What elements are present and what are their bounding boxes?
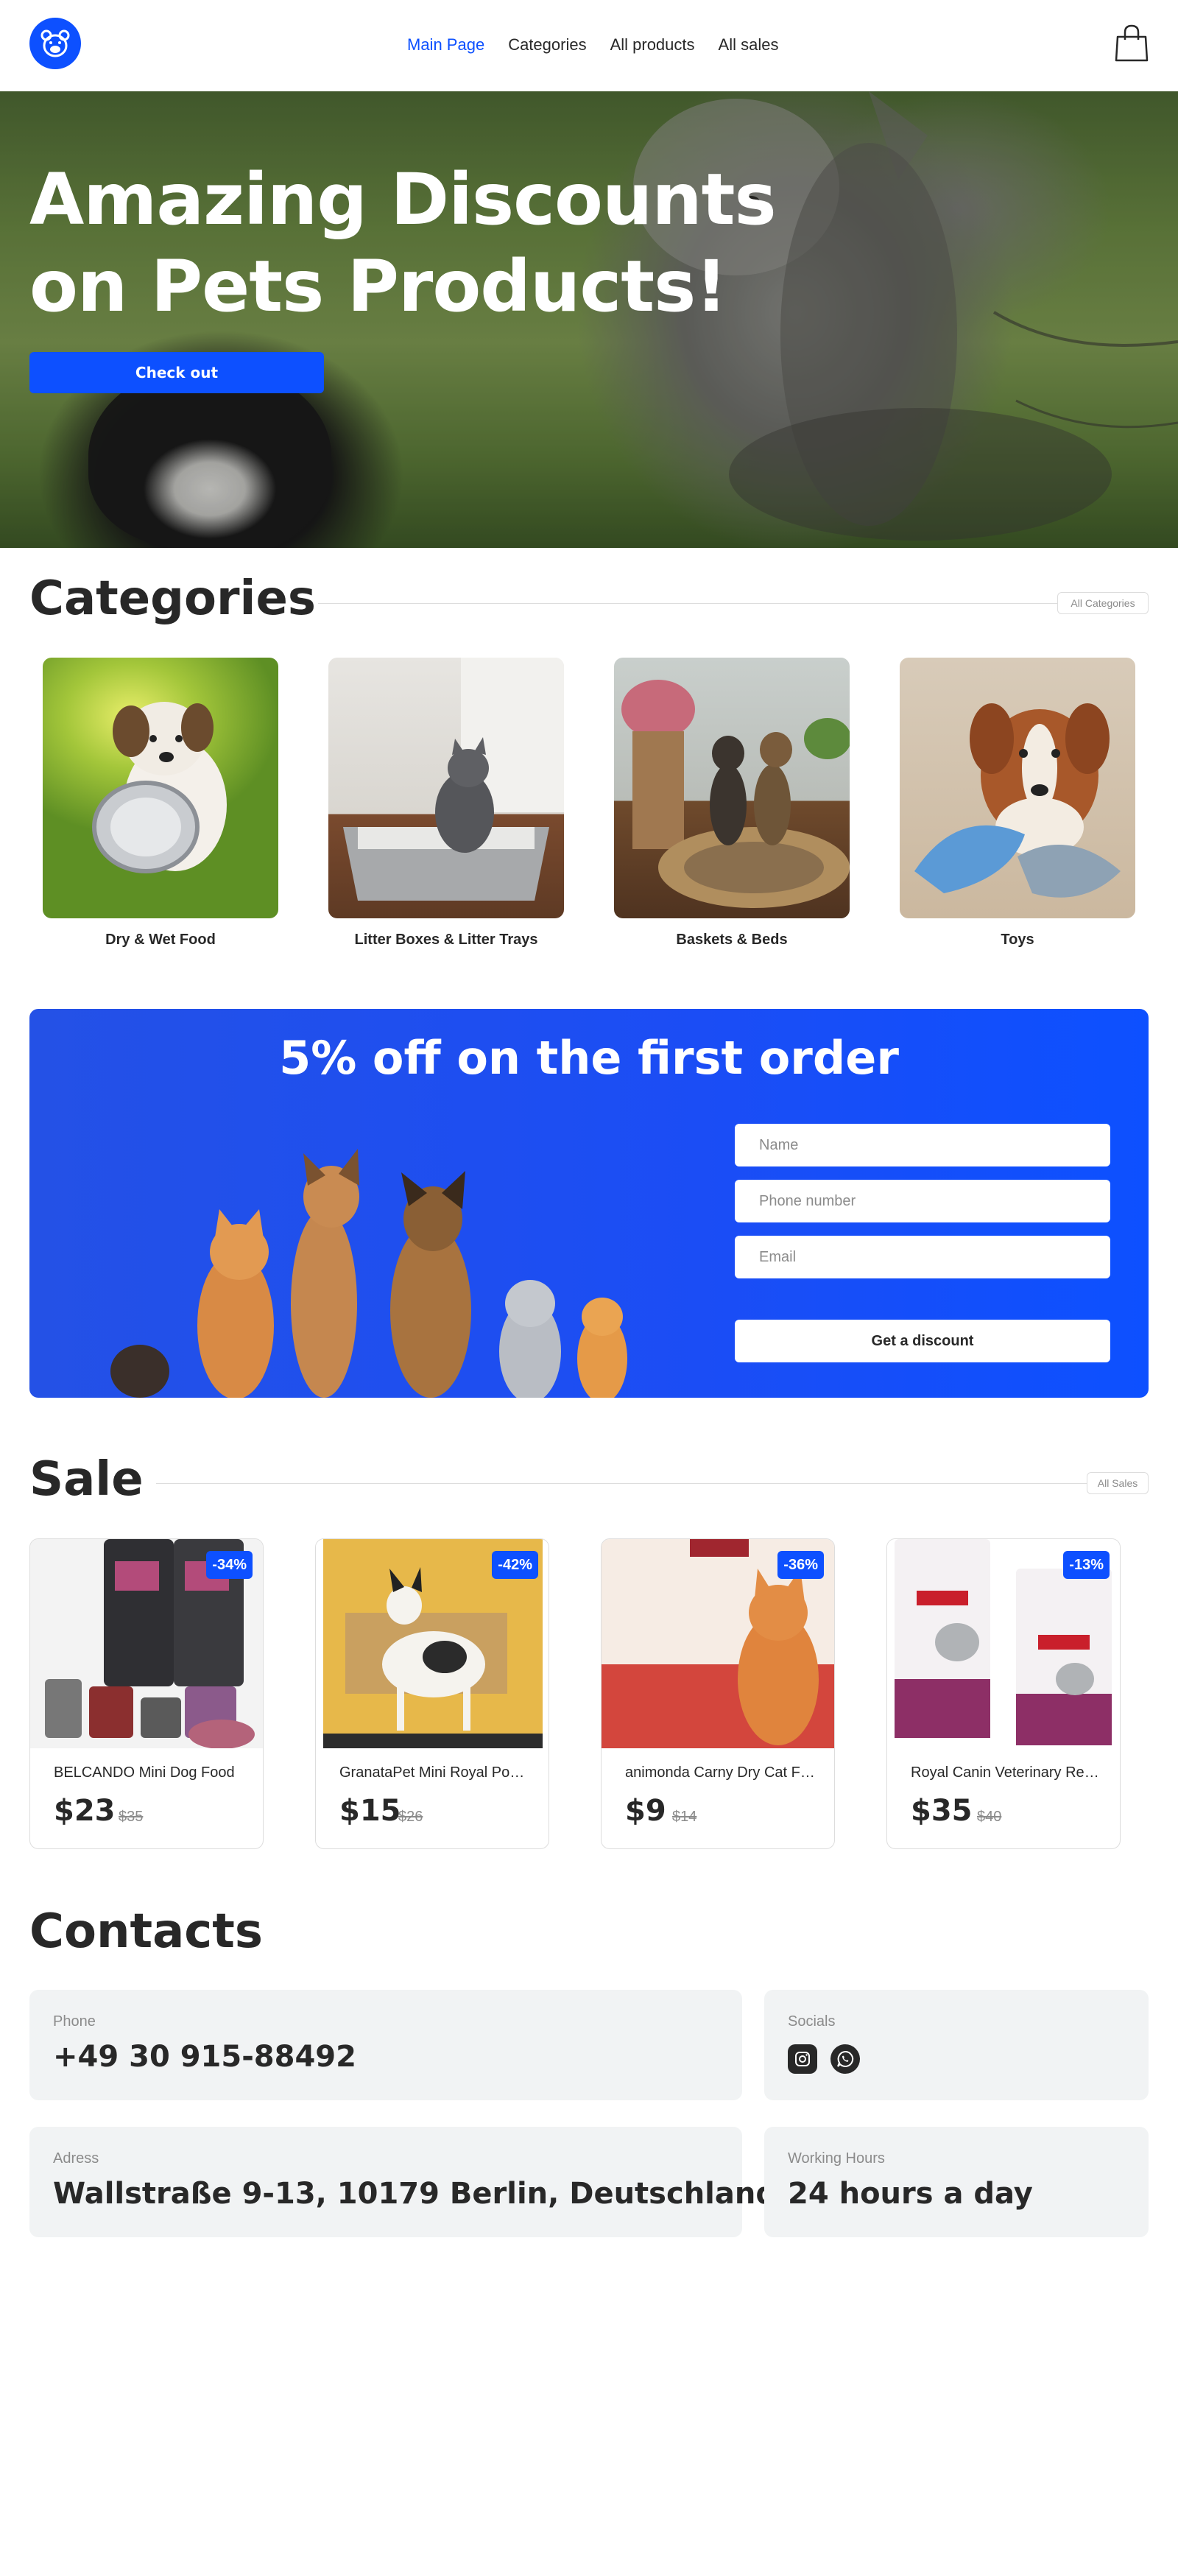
sale-divider [156, 1483, 1087, 1484]
category-card-beds[interactable]: Baskets & Beds [614, 658, 850, 949]
category-image [900, 658, 1135, 918]
product-image: -34% [30, 1539, 263, 1748]
main-nav: Main Page Categories All products All sa… [407, 35, 778, 54]
category-label: Baskets & Beds [676, 932, 788, 948]
product-old-price: $14 [672, 1809, 697, 1825]
hero-banner: Amazing Discounts on Pets Products! Chec… [0, 91, 1178, 548]
category-card-litter[interactable]: Litter Boxes & Litter Trays [328, 658, 564, 949]
product-price: $9 [625, 1794, 666, 1828]
discount-banner: 5% off on the first order Get a discount [29, 1009, 1149, 1398]
product-old-price: $26 [398, 1809, 423, 1825]
nav-categories[interactable]: Categories [508, 35, 586, 54]
working-hours-box: Working Hours 24 hours a day [764, 2127, 1149, 2237]
working-hours-label: Working Hours [788, 2150, 885, 2167]
discount-badge: -42% [492, 1551, 538, 1579]
sale-card[interactable]: -34% BELCANDO Mini Dog Food $23 $35 [29, 1538, 264, 1849]
product-price: $15 [339, 1794, 401, 1828]
sale-card[interactable]: -36% animonda Carny Dry Cat Food $9 $14 [601, 1538, 835, 1849]
pets-group-image [110, 1149, 627, 1398]
hero-title: Amazing Discounts on Pets Products! [29, 158, 777, 328]
category-image [43, 658, 278, 918]
category-label: Litter Boxes & Litter Trays [354, 932, 538, 948]
sale-card[interactable]: -13% Royal Canin Veterinary Renal $35 $4… [886, 1538, 1121, 1849]
category-image [328, 658, 564, 918]
site-header: Main Page Categories All products All sa… [0, 0, 1178, 91]
nav-all-sales[interactable]: All sales [719, 35, 779, 54]
category-card-food[interactable]: Dry & Wet Food [43, 658, 278, 949]
phone-label: Phone [53, 2013, 96, 2030]
puppy-with-bowl-photo [92, 702, 227, 873]
categories-divider [318, 603, 1057, 604]
phone-number[interactable]: +49 30 915-88492 [53, 2040, 356, 2074]
nav-main-page[interactable]: Main Page [407, 35, 484, 54]
product-image: -42% [316, 1539, 549, 1748]
categories-title: Categories [29, 571, 316, 626]
discount-badge: -13% [1063, 1551, 1110, 1579]
address-box: Adress Wallstraße 9-13, 10179 Berlin, De… [29, 2127, 777, 2237]
cat-litter-box-photo [343, 658, 564, 901]
category-image [614, 658, 850, 918]
instagram-icon[interactable] [788, 2044, 817, 2074]
discount-badge: -36% [777, 1551, 824, 1579]
product-old-price: $35 [119, 1809, 144, 1825]
address-text: Wallstraße 9-13, 10179 Berlin, Deutschla… [53, 2177, 777, 2211]
product-price: $23 [54, 1794, 116, 1828]
dog-with-toys-photo [914, 703, 1121, 898]
category-label: Dry & Wet Food [105, 932, 216, 948]
product-price: $35 [911, 1794, 973, 1828]
category-label: Toys [1001, 932, 1034, 948]
all-sales-button[interactable]: All Sales [1087, 1472, 1149, 1494]
category-card-toys[interactable]: Toys [900, 658, 1135, 949]
name-field[interactable] [735, 1124, 1110, 1166]
shopping-bag-icon [1115, 24, 1149, 62]
cart-button[interactable] [1115, 24, 1149, 63]
product-name[interactable]: Royal Canin Veterinary Renal [911, 1764, 1102, 1781]
check-out-button[interactable]: Check out [29, 352, 324, 393]
all-categories-button[interactable]: All Categories [1057, 592, 1149, 614]
email-field[interactable] [735, 1236, 1110, 1278]
address-label: Adress [53, 2150, 99, 2167]
phone-number-field[interactable] [735, 1180, 1110, 1222]
contacts-title: Contacts [29, 1904, 263, 1959]
pet-shop-logo[interactable] [29, 18, 81, 69]
product-image: -13% [887, 1539, 1120, 1748]
discount-badge: -34% [206, 1551, 253, 1579]
product-old-price: $40 [977, 1809, 1002, 1825]
socials-box: Socials [764, 1990, 1149, 2100]
working-hours-text: 24 hours a day [788, 2177, 1033, 2211]
product-name[interactable]: BELCANDO Mini Dog Food [54, 1764, 245, 1781]
product-name[interactable]: GranataPet Mini Royal Poultry [339, 1764, 531, 1781]
whatsapp-icon[interactable] [830, 2044, 860, 2074]
nav-all-products[interactable]: All products [610, 35, 695, 54]
get-discount-button[interactable]: Get a discount [735, 1320, 1110, 1362]
sale-card[interactable]: -42% GranataPet Mini Royal Poultry $15 $… [315, 1538, 549, 1849]
bear-face-icon [40, 29, 70, 57]
phone-box: Phone +49 30 915-88492 [29, 1990, 742, 2100]
dogs-in-basket-photo [621, 680, 850, 908]
socials-label: Socials [788, 2013, 836, 2030]
sale-title: Sale [29, 1452, 144, 1507]
product-name[interactable]: animonda Carny Dry Cat Food [625, 1764, 817, 1781]
product-image: -36% [602, 1539, 834, 1748]
